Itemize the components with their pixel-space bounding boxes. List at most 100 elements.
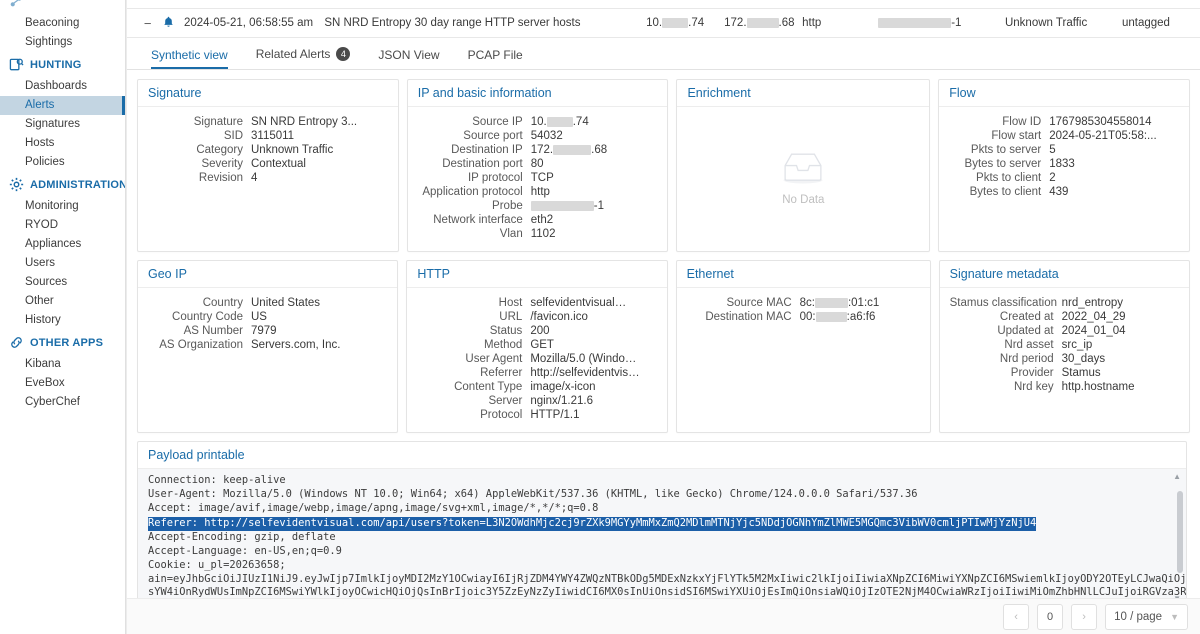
field-row: Pkts to server 5 [949, 143, 1179, 157]
field-value: eth2 [530, 214, 554, 226]
field-value: Unknown Traffic [251, 144, 334, 156]
field-row: User Agent Mozilla/5.0 (Windo… [417, 352, 656, 366]
tab-synthetic-view[interactable]: Synthetic view [137, 49, 242, 69]
sidebar-item-users[interactable]: Users [0, 254, 125, 273]
sidebar-item-history[interactable]: History [0, 311, 125, 330]
alert-probe: -1 [878, 17, 1005, 29]
field-label: Provider [1010, 367, 1054, 379]
field-value: src_ip [1061, 339, 1093, 351]
field-label: Network interface [433, 214, 523, 226]
field-label: Probe [492, 200, 523, 212]
field-row: Flow start 2024-05-21T05:58:... [949, 129, 1179, 143]
current-page-button[interactable]: 0 [1037, 603, 1064, 630]
sidebar-item-other[interactable]: Other [0, 292, 125, 311]
scroll-up-arrow[interactable]: ▲ [1173, 472, 1181, 481]
alert-dest-ip: 172. .68 [724, 17, 802, 29]
sidebar-item-signatures[interactable]: Signatures [0, 115, 125, 134]
field-value: 5 [1049, 144, 1056, 156]
value-suffix: :a6:f6 [846, 311, 876, 323]
field-value: 8c::01:c1 [800, 296, 920, 310]
field-row: Revision 4 [148, 171, 388, 185]
sidebar-item-sightings[interactable]: Sightings [0, 33, 125, 52]
synthetic-view-content: Signature Signature SN NRD Entropy 3... S… [127, 70, 1200, 607]
payload-scroll-area[interactable]: Connection: keep-alive User-Agent: Mozil… [138, 468, 1186, 606]
tab-related-alerts[interactable]: Related Alerts 4 [242, 47, 365, 69]
sidebar-header-label: HUNTING [30, 58, 82, 71]
page-size-select[interactable]: 10 / page ▼ [1105, 603, 1188, 630]
field-row: Provider Stamus [950, 366, 1179, 380]
source-ip-prefix: 10. [646, 17, 663, 29]
sidebar-item-beaconing[interactable]: Beaconing [0, 14, 125, 33]
card-title: Signature metadata [939, 261, 1189, 288]
field-label: Signature [193, 116, 243, 128]
field-value: SN NRD Entropy 3... [251, 116, 358, 128]
value-suffix: :01:c1 [847, 297, 880, 309]
redaction-block [815, 311, 847, 322]
field-value: United States [251, 297, 321, 309]
sidebar-item-alerts[interactable]: Alerts [0, 96, 125, 115]
field-value: 2022_04_29 [1061, 311, 1126, 323]
sidebar-item-appliances[interactable]: Appliances [0, 235, 125, 254]
sidebar-group-administration: ADMINISTRATION Monitoring RYOD Appliance… [0, 172, 125, 330]
field-label: SID [223, 130, 243, 142]
sidebar-item-evebox[interactable]: EveBox [0, 374, 125, 393]
field-value: 00: :a6:f6 [800, 310, 920, 324]
card-flow: Flow Flow ID 1767985304558014 Flow start 2… [938, 79, 1191, 252]
field-label: Stamus classification [949, 297, 1057, 309]
redaction-block [662, 17, 689, 28]
app-root: Beaconing Sightings HUNTING Dashboards A… [0, 0, 1200, 634]
sidebar-item-dashboards[interactable]: Dashboards [0, 77, 125, 96]
field-label: Source MAC [726, 297, 792, 309]
tab-pcap-file[interactable]: PCAP File [454, 49, 537, 69]
field-value: /favicon.ico [530, 311, 588, 323]
analytics-icon [9, 0, 24, 9]
card-enrichment: Enrichment No Data [676, 79, 931, 252]
scrollbar-thumb[interactable] [1177, 491, 1183, 573]
field-value: Mozilla/5.0 (Windo… [530, 353, 637, 365]
tab-json-view[interactable]: JSON View [364, 49, 453, 69]
field-value: 7979 [251, 325, 277, 337]
sidebar-item-kibana[interactable]: Kibana [0, 355, 125, 374]
value-suffix: -1 [593, 200, 604, 212]
related-alerts-badge: 4 [336, 47, 351, 61]
probe-suffix: -1 [951, 17, 962, 29]
next-page-button[interactable]: › [1071, 603, 1098, 630]
card-title: Ethernet [676, 261, 930, 288]
tab-label: Synthetic view [151, 48, 228, 62]
sidebar-item-policies[interactable]: Policies [0, 153, 125, 172]
prev-page-button[interactable]: ‹ [1003, 603, 1030, 630]
field-label: Vlan [499, 228, 523, 240]
field-row: Signature SN NRD Entropy 3... [148, 115, 388, 129]
field-value: selfevidentvisual… [530, 297, 627, 309]
field-row: Updated at 2024_01_04 [950, 324, 1179, 338]
field-row: Network interface eth2 [418, 213, 658, 227]
value-prefix: 00: [799, 311, 816, 323]
field-label: Server [488, 395, 523, 407]
field-value: http.hostname [1061, 381, 1135, 393]
link-icon [9, 335, 24, 350]
field-value: 1102 [530, 228, 556, 240]
sidebar-item-ryod[interactable]: RYOD [0, 216, 125, 235]
field-label: AS Organization [159, 339, 243, 351]
field-row: Content Type image/x-icon [417, 380, 656, 394]
field-value: 200 [530, 325, 550, 337]
field-value: nginx/1.21.6 [530, 395, 593, 407]
field-value: nrd_entropy [1061, 297, 1123, 309]
collapse-toggle[interactable]: − [137, 16, 158, 31]
sidebar-item-cyberchef[interactable]: CyberChef [0, 393, 125, 412]
field-row: Bytes to client 439 [949, 185, 1179, 199]
sidebar-item-monitoring[interactable]: Monitoring [0, 197, 125, 216]
field-label: Content Type [454, 381, 523, 393]
field-row: Destination MAC 00: :a6:f6 [687, 310, 920, 324]
payload-scrollbar[interactable]: ▲ ▼ [1173, 472, 1183, 603]
field-label: Destination MAC [705, 311, 792, 323]
sidebar-item-hosts[interactable]: Hosts [0, 134, 125, 153]
field-label: Updated at [997, 325, 1054, 337]
field-value: 54032 [530, 130, 563, 142]
field-label: Application protocol [422, 186, 523, 198]
card-title: Payload printable [148, 448, 245, 462]
alert-summary-row[interactable]: − 2024-05-21, 06:58:55 am SN NRD Entropy… [127, 8, 1200, 38]
field-row: Flow ID 1767985304558014 [949, 115, 1179, 129]
sidebar-item-sources[interactable]: Sources [0, 273, 125, 292]
field-value: 30_days [1061, 353, 1106, 365]
